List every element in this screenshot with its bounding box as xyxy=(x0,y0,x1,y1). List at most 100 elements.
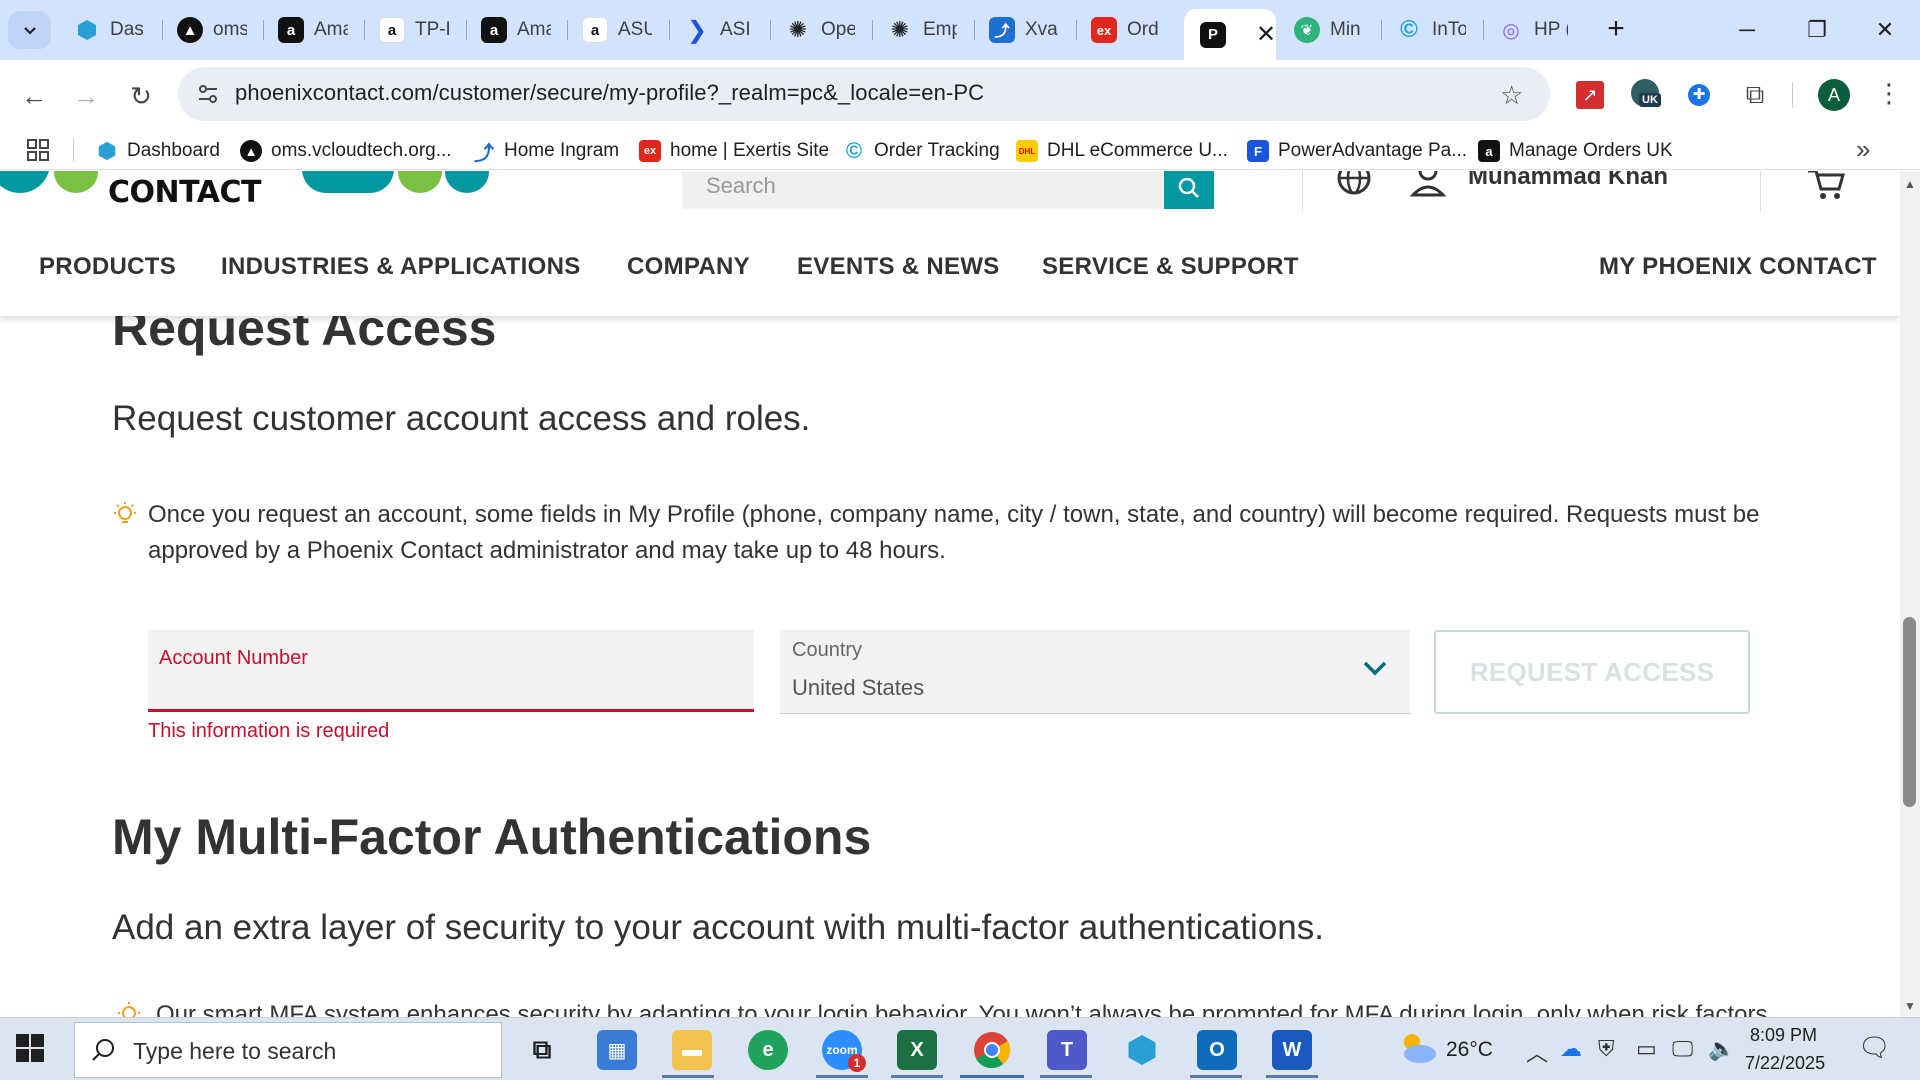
user-account-icon[interactable] xyxy=(1409,171,1454,208)
bookmark-home-ingram[interactable]: ⤴ Home Ingram xyxy=(473,138,619,165)
lightbulb-icon xyxy=(118,1002,140,1017)
browser-tab[interactable]: © InTo xyxy=(1382,9,1482,51)
windows-start-icon[interactable] xyxy=(16,1034,44,1067)
browser-tab[interactable]: a Ama xyxy=(264,9,364,51)
c-circle-icon: © xyxy=(1400,16,1418,43)
globe-icon[interactable] xyxy=(1335,171,1373,206)
file-explorer-icon[interactable]: ▬ xyxy=(672,1030,712,1070)
extensions-icon[interactable]: ⧉ xyxy=(1738,78,1772,112)
edge-icon[interactable]: e xyxy=(748,1030,788,1070)
hexagon-app-icon[interactable] xyxy=(1122,1030,1162,1070)
logo-shape xyxy=(398,171,442,193)
close-tab-icon[interactable]: ✕ xyxy=(1256,20,1276,49)
browser-tab[interactable]: ❯ ASI xyxy=(670,9,770,51)
browser-tab[interactable]: ▲ oms xyxy=(163,9,263,51)
country-select[interactable]: Country United States xyxy=(780,630,1410,714)
bookmark-poweradvantage[interactable]: F PowerAdvantage Pa... xyxy=(1247,138,1467,164)
word-icon[interactable]: W xyxy=(1272,1030,1312,1070)
search-icon xyxy=(1178,178,1199,198)
user-name[interactable]: Muhammad Khan xyxy=(1468,171,1668,191)
nav-service-support[interactable]: SERVICE & SUPPORT xyxy=(1042,253,1299,281)
more-bookmarks-icon[interactable]: » xyxy=(1856,134,1870,165)
tab-search-button[interactable] xyxy=(8,11,51,49)
volume-icon[interactable]: 🔈 xyxy=(1708,1036,1735,1062)
logo-shape xyxy=(0,171,50,193)
puzzle-piece-extension-icon[interactable]: ✚ xyxy=(1682,78,1716,112)
nav-company[interactable]: COMPANY xyxy=(627,253,750,281)
clock-date[interactable]: 7/22/2025 xyxy=(1745,1053,1825,1074)
nav-industries[interactable]: INDUSTRIES & APPLICATIONS xyxy=(221,253,581,281)
battery-icon[interactable]: ▭ xyxy=(1636,1036,1657,1062)
site-info-icon[interactable] xyxy=(195,81,221,112)
browser-tab[interactable]: ❦ Min xyxy=(1280,9,1380,51)
mfa-lead: Add an extra layer of security to your a… xyxy=(112,908,1324,947)
calculator-icon[interactable]: ▦ xyxy=(597,1030,637,1070)
teams-icon[interactable]: T xyxy=(1047,1030,1087,1070)
url-text[interactable]: phoenixcontact.com/customer/secure/my-pr… xyxy=(235,80,984,106)
apps-grid-icon[interactable] xyxy=(26,138,50,167)
bookmark-order-tracking[interactable]: © Order Tracking xyxy=(843,138,1000,164)
bookmark-manage-orders[interactable]: a Manage Orders UK xyxy=(1478,138,1673,164)
site-logo[interactable]: CONTACT xyxy=(108,175,261,210)
restore-button[interactable]: ❐ xyxy=(1792,10,1842,50)
browser-tab[interactable]: a ASU xyxy=(568,9,668,51)
nav-products[interactable]: PRODUCTS xyxy=(39,253,176,281)
country-label: Country xyxy=(792,639,863,661)
onedrive-cloud-icon[interactable]: ☁ xyxy=(1560,1036,1582,1062)
active-browser-tab[interactable]: P ✕ xyxy=(1184,9,1276,60)
bookmark-dashboard[interactable]: Dashboard xyxy=(96,138,220,164)
pdf-extension-icon[interactable]: ↗ xyxy=(1573,78,1607,112)
chrome-icon[interactable] xyxy=(972,1030,1012,1070)
excel-icon[interactable]: X xyxy=(897,1030,937,1070)
nav-my-phoenix-contact[interactable]: MY PHOENIX CONTACT xyxy=(1599,253,1877,281)
account-number-input[interactable]: Account Number xyxy=(148,630,754,712)
forward-button[interactable]: → xyxy=(66,76,106,116)
taskbar-search-input[interactable]: Type here to search xyxy=(74,1022,502,1078)
scrollbar-thumb[interactable] xyxy=(1903,617,1916,807)
browser-tab[interactable]: ⤴ Xva xyxy=(975,9,1075,51)
clock-time[interactable]: 8:09 PM xyxy=(1750,1025,1817,1046)
weather-icon[interactable] xyxy=(1396,1030,1438,1071)
mfa-notice: Our smart MFA system enhances security b… xyxy=(156,1001,1768,1017)
mfa-title: My Multi-Factor Authentications xyxy=(112,809,872,865)
bookmark-dhl[interactable]: DHL DHL eCommerce U... xyxy=(1016,138,1228,164)
profile-avatar[interactable]: A xyxy=(1818,79,1850,111)
new-tab-button[interactable]: + xyxy=(1598,12,1634,48)
lightbulb-icon xyxy=(114,502,136,523)
tray-chevron-up-icon[interactable]: ︿ xyxy=(1526,1036,1548,1068)
minimize-button[interactable]: ─ xyxy=(1722,10,1772,50)
browser-tab[interactable]: ✺ Emp xyxy=(873,9,973,51)
close-window-button[interactable]: ✕ xyxy=(1860,10,1910,50)
site-search-input[interactable]: Search xyxy=(682,171,1214,209)
task-view-icon[interactable]: ⧉ xyxy=(522,1030,562,1070)
openai-icon: ✺ xyxy=(788,17,808,42)
logo-shape xyxy=(302,171,394,193)
tab-strip: Dash ▲ oms a Ama a TP-L a Ama a ASU ❯ AS… xyxy=(0,0,1920,60)
xvantage-icon: ⤴ xyxy=(989,17,1015,43)
security-icon[interactable]: ⛨ xyxy=(1598,1036,1615,1062)
zoom-icon[interactable]: zoom 1 xyxy=(822,1030,866,1072)
bookmark-star-icon[interactable]: ☆ xyxy=(1500,80,1523,111)
page-scrollbar[interactable]: ▲ ▼ xyxy=(1900,171,1920,1017)
back-button[interactable]: ← xyxy=(14,76,54,116)
network-icon[interactable]: 🖵 xyxy=(1672,1036,1693,1062)
request-access-button[interactable]: REQUEST ACCESS xyxy=(1434,630,1750,714)
browser-tab[interactable]: a TP-L xyxy=(365,9,465,51)
nav-events-news[interactable]: EVENTS & NEWS xyxy=(797,253,1000,281)
browser-tab[interactable]: ✺ Ope xyxy=(771,9,871,51)
weather-temperature[interactable]: 26°C xyxy=(1446,1038,1493,1062)
cart-icon[interactable] xyxy=(1806,171,1848,206)
browser-tab[interactable]: ex Ord xyxy=(1077,9,1177,51)
reload-button[interactable]: ↻ xyxy=(121,76,161,116)
request-access-notice: Once you request an account, some fields… xyxy=(148,501,1760,564)
vpn-extension-icon[interactable]: UK xyxy=(1630,78,1664,112)
notifications-icon[interactable]: 🗨 xyxy=(1858,1032,1891,1063)
more-menu-icon[interactable]: ⋮ xyxy=(1876,78,1902,109)
bookmark-oms[interactable]: ▲ oms.vcloudtech.org... xyxy=(240,138,452,164)
browser-tab[interactable]: ◎ HP ( xyxy=(1484,9,1584,51)
browser-tab[interactable]: Dash xyxy=(60,9,160,51)
site-search-button[interactable] xyxy=(1164,171,1214,209)
bookmark-exertis[interactable]: ex home | Exertis Site xyxy=(639,138,829,164)
browser-tab[interactable]: a Ama xyxy=(467,9,567,51)
outlook-icon[interactable]: O xyxy=(1197,1030,1237,1070)
